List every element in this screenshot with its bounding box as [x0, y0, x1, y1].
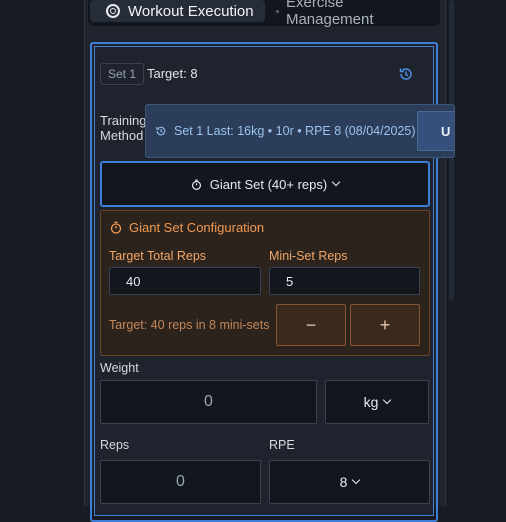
- tab-label: Workout Execution: [128, 2, 254, 20]
- reps-label: Reps: [100, 438, 130, 452]
- use-last-button[interactable]: U: [417, 111, 454, 151]
- training-method-value: Giant Set (40+ reps): [209, 176, 328, 192]
- increment-button[interactable]: +: [350, 304, 420, 346]
- last-set-text: Set 1 Last: 16kg • 10r • RPE 8 (08/04/20…: [174, 124, 416, 138]
- tab-bar: Workout Execution Exercise Management: [88, 0, 440, 28]
- weight-unit-value: kg: [363, 394, 379, 410]
- training-method-select[interactable]: Giant Set (40+ reps): [100, 161, 430, 207]
- set-badge: Set 1: [100, 63, 145, 85]
- stopwatch-icon: [191, 179, 201, 190]
- giant-set-hint: Target: 40 reps in 8 mini-sets: [109, 318, 270, 332]
- set-target: Target: 8: [147, 66, 198, 81]
- left-backdrop: [0, 0, 84, 506]
- rpe-label: RPE: [269, 438, 295, 452]
- weight-label: Weight: [100, 361, 139, 375]
- last-set-tooltip: Set 1 Last: 16kg • 10r • RPE 8 (08/04/20…: [145, 104, 455, 158]
- right-backdrop: [446, 0, 506, 506]
- chevron-down-icon: [352, 475, 361, 485]
- chevron-down-icon: [331, 177, 341, 187]
- history-icon: [156, 126, 166, 136]
- stopwatch-icon: [110, 221, 122, 234]
- target-total-reps-label: Target Total Reps: [109, 249, 207, 263]
- tab-exercise-management[interactable]: Exercise Management: [274, 0, 434, 28]
- target-total-reps-input[interactable]: 40: [109, 267, 261, 295]
- mini-set-reps-input[interactable]: 5: [269, 267, 420, 295]
- giant-set-title: Giant Set Configuration: [129, 220, 265, 235]
- reps-input[interactable]: 0: [100, 460, 261, 504]
- target-icon: [106, 4, 120, 18]
- training-method-label: Training Method: [100, 113, 147, 143]
- weight-unit-select[interactable]: kg: [325, 380, 429, 424]
- history-icon[interactable]: [398, 66, 414, 82]
- mini-set-reps-label: Mini-Set Reps: [269, 249, 348, 263]
- weight-input[interactable]: 0: [100, 380, 317, 424]
- rpe-select[interactable]: 8: [269, 460, 430, 504]
- tab-workout-execution[interactable]: Workout Execution: [90, 0, 265, 22]
- decrement-button[interactable]: −: [276, 304, 346, 346]
- rpe-value: 8: [339, 474, 348, 490]
- dot-icon: [276, 9, 279, 13]
- chevron-down-icon: [383, 395, 392, 405]
- tab-label: Exercise Management: [285, 0, 374, 28]
